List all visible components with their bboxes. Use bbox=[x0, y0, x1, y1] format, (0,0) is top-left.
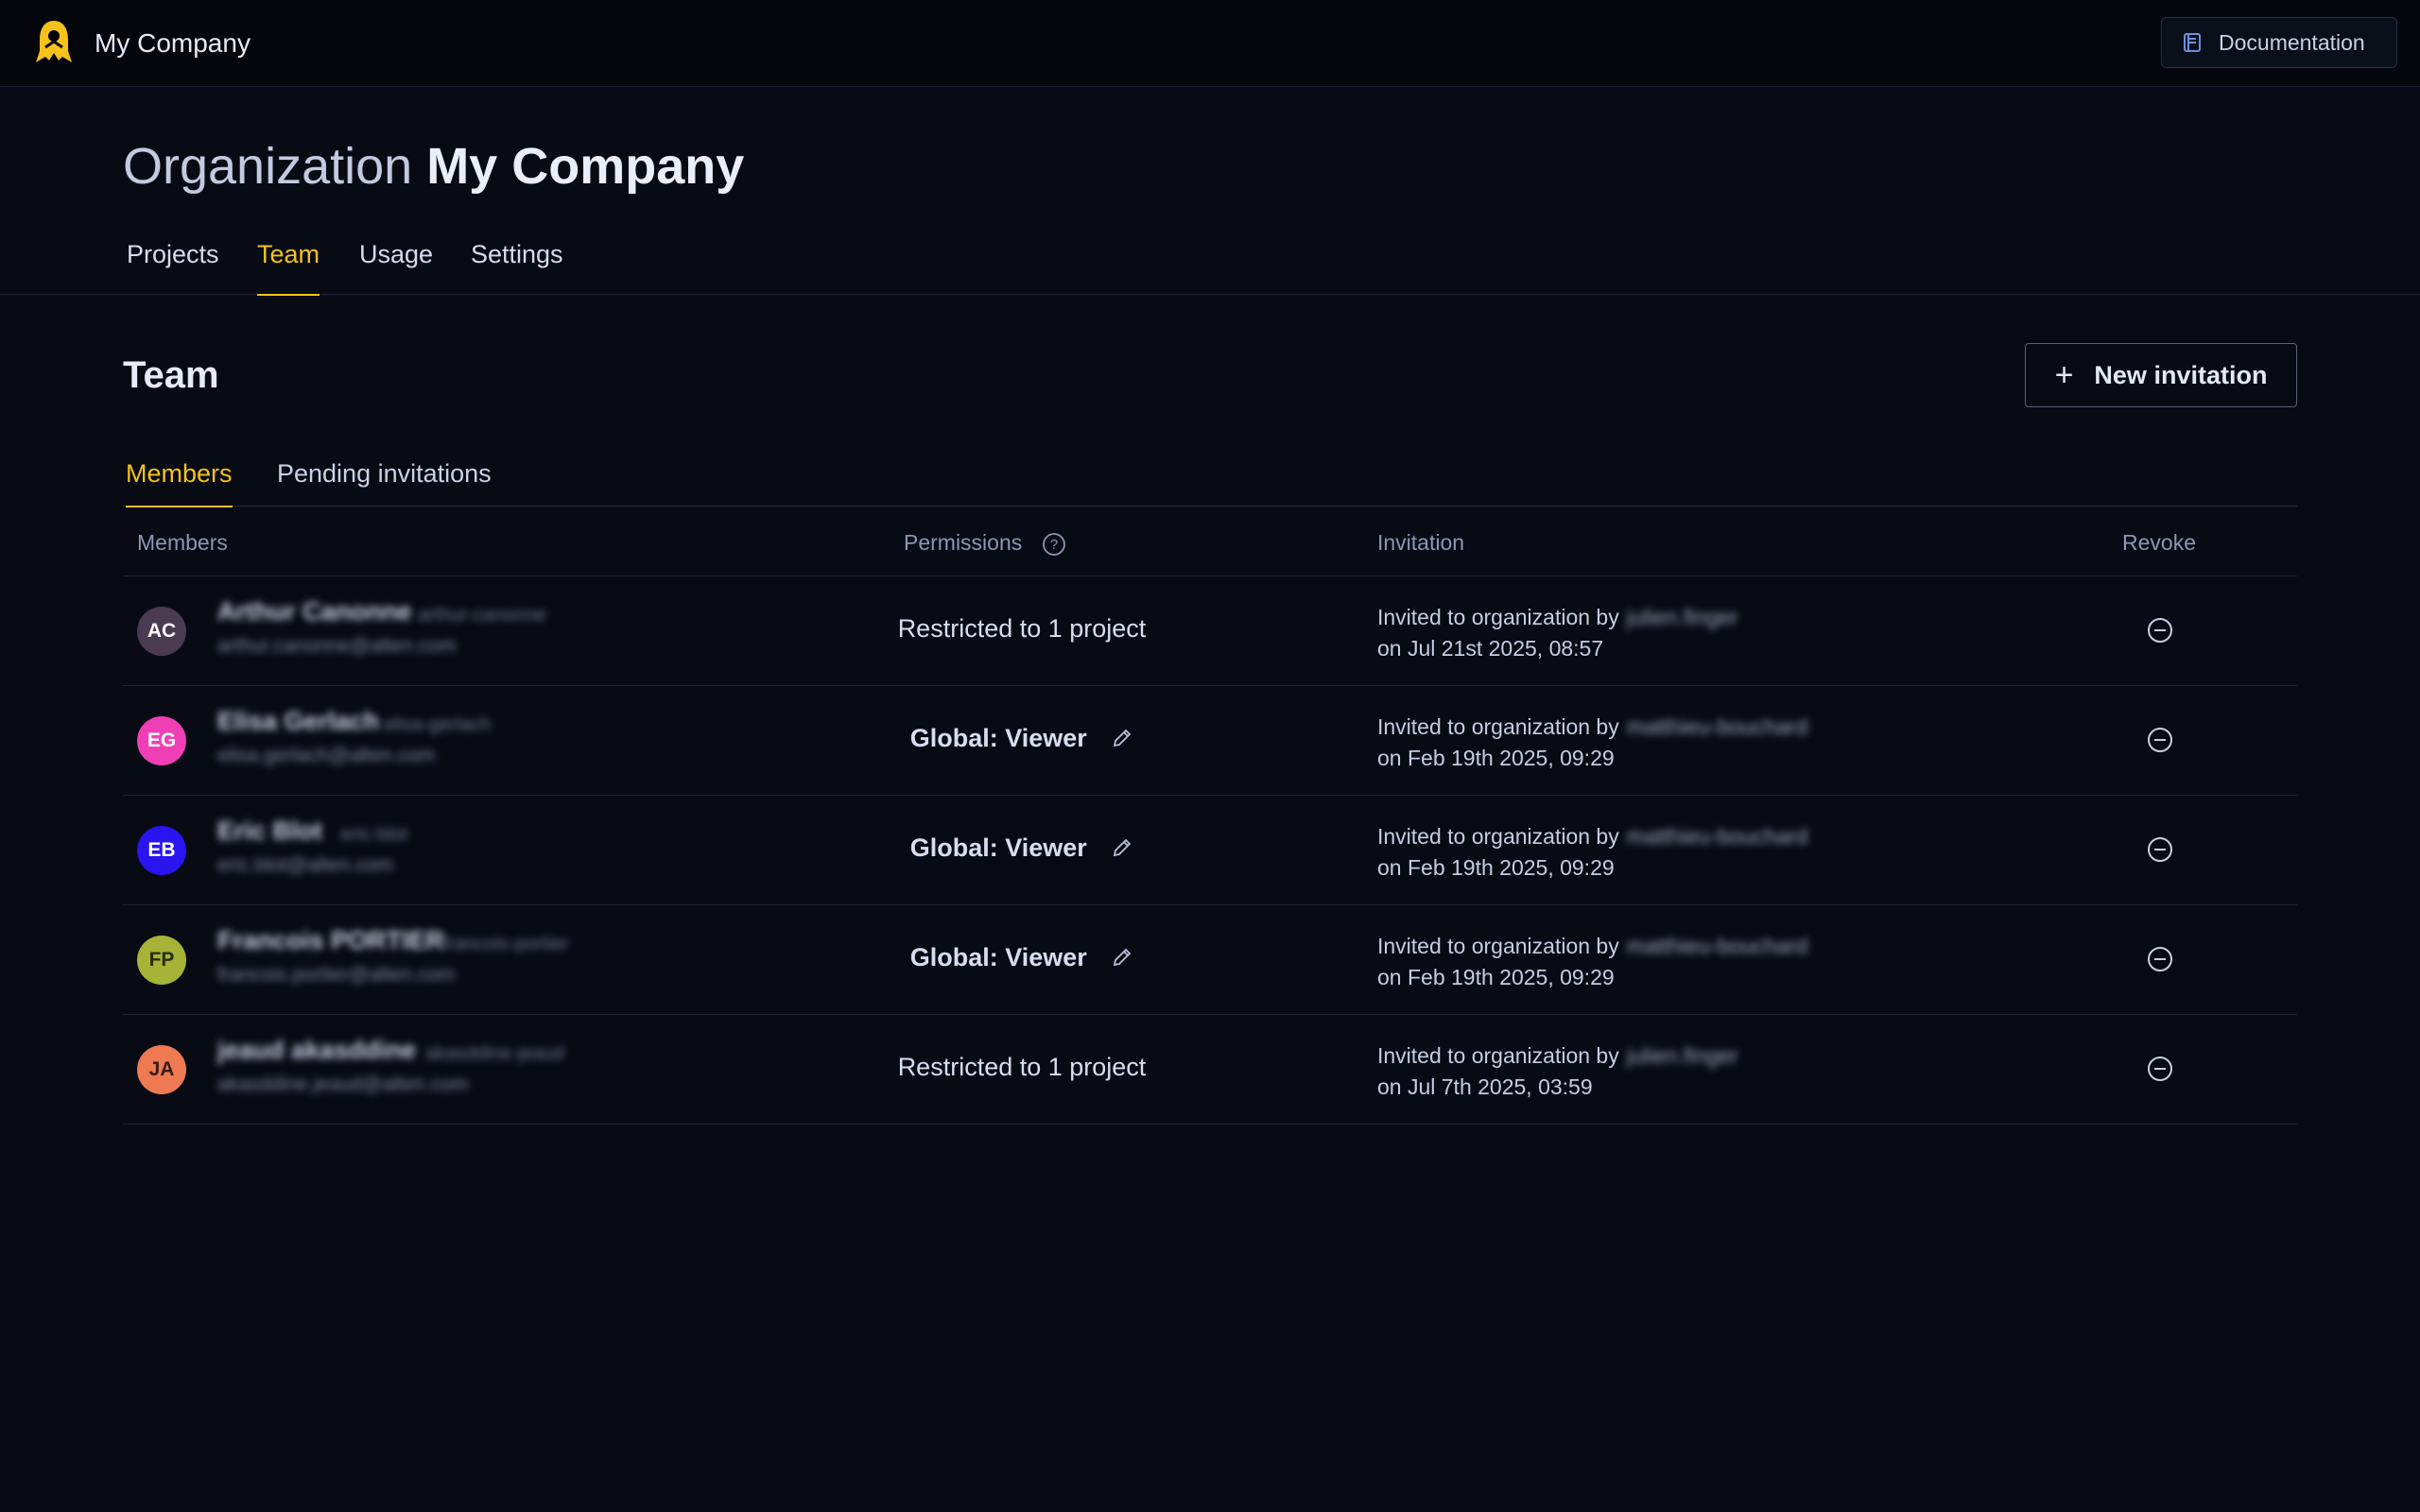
pencil-icon[interactable] bbox=[1111, 727, 1133, 749]
header-invitation: Invitation bbox=[1377, 530, 1465, 555]
table-row: EG Elisa Gerlach elisa-gerlach elisa.ger… bbox=[123, 686, 2297, 796]
invitation-text: Invited to organization by bbox=[1377, 824, 1619, 849]
tab-members[interactable]: Members bbox=[126, 459, 233, 507]
member-email: akasddine.jeaud@alten.com bbox=[217, 1074, 469, 1095]
table-row: FP Francois PORTIER francois-portier fra… bbox=[123, 905, 2297, 1015]
top-bar: My Company Documentation bbox=[0, 0, 2420, 87]
permission-value: Restricted to 1 project bbox=[879, 614, 1165, 644]
member-email: arthur.canonne@alten.com bbox=[217, 635, 457, 657]
tab-projects[interactable]: Projects bbox=[127, 240, 219, 295]
revoke-icon[interactable] bbox=[2146, 1055, 2174, 1083]
invited-by: matthieu-bouchard bbox=[1626, 824, 1808, 849]
page-title: Organization My Company bbox=[123, 134, 744, 198]
invitation-date: on Feb 19th 2025, 09:29 bbox=[1377, 965, 1615, 989]
table-header: Members Permissions ? Invitation Revoke bbox=[123, 507, 2297, 576]
invitation-info: Invited to organization by julien.finger bbox=[1377, 1043, 1737, 1069]
new-invitation-button[interactable]: + New invitation bbox=[2025, 343, 2297, 407]
header-members: Members bbox=[137, 530, 228, 555]
member-handle: arthur-canonne bbox=[418, 605, 546, 626]
invitation-date: on Feb 19th 2025, 09:29 bbox=[1377, 855, 1615, 880]
invitation-date: on Jul 21st 2025, 08:57 bbox=[1377, 636, 1604, 661]
revoke-icon[interactable] bbox=[2146, 616, 2174, 644]
section-title: Team bbox=[123, 354, 219, 396]
member-email: elisa.gerlach@alten.com bbox=[217, 745, 436, 766]
permission-value: Restricted to 1 project bbox=[879, 1053, 1165, 1082]
tab-pending-invitations[interactable]: Pending invitations bbox=[277, 459, 492, 507]
invitation-date: on Feb 19th 2025, 09:29 bbox=[1377, 746, 1615, 770]
member-name: jeaud akasddine bbox=[217, 1036, 417, 1064]
permission-label: Restricted to 1 project bbox=[897, 614, 1147, 643]
table-row: AC Arthur Canonne arthur-canonne arthur.… bbox=[123, 576, 2297, 686]
member-name: Francois PORTIER bbox=[217, 926, 445, 954]
page-title-prefix: Organization bbox=[123, 138, 413, 195]
member-handle: francois-portier bbox=[442, 934, 569, 954]
revoke-icon[interactable] bbox=[2146, 945, 2174, 973]
member-name: Eric Blot bbox=[217, 816, 323, 845]
page-title-org-name: My Company bbox=[426, 138, 745, 195]
member-name: Arthur Canonne bbox=[217, 597, 412, 626]
avatar: AC bbox=[137, 607, 186, 656]
header-revoke: Revoke bbox=[2122, 530, 2196, 555]
book-icon bbox=[2184, 33, 2201, 52]
permission-label: Restricted to 1 project bbox=[897, 1053, 1147, 1081]
permission-label: Global: Viewer bbox=[909, 833, 1087, 862]
tab-settings[interactable]: Settings bbox=[471, 240, 563, 295]
tab-usage[interactable]: Usage bbox=[359, 240, 433, 295]
header-permissions-label: Permissions bbox=[904, 530, 1023, 555]
invitation-info: Invited to organization by julien.finger bbox=[1377, 605, 1737, 630]
help-icon[interactable]: ? bbox=[1042, 532, 1066, 557]
table-row: JA jeaud akasddine akasddine-jeaud akasd… bbox=[123, 1015, 2297, 1125]
invited-by: matthieu-bouchard bbox=[1626, 934, 1808, 958]
invited-by: matthieu-bouchard bbox=[1626, 714, 1808, 739]
members-table: Members Permissions ? Invitation Revoke … bbox=[123, 507, 2297, 1125]
member-handle: eric-blot bbox=[340, 824, 408, 845]
invitation-text: Invited to organization by bbox=[1377, 714, 1619, 739]
svg-text:?: ? bbox=[1049, 537, 1057, 553]
invitation-text: Invited to organization by bbox=[1377, 605, 1619, 629]
main-tabs: Projects Team Usage Settings bbox=[0, 227, 2420, 296]
invitation-info: Invited to organization by matthieu-bouch… bbox=[1377, 824, 1808, 850]
documentation-label: Documentation bbox=[2219, 29, 2365, 55]
avatar: FP bbox=[137, 936, 186, 985]
tab-team[interactable]: Team bbox=[257, 240, 320, 296]
plus-icon: + bbox=[2054, 357, 2074, 393]
member-email: francois.portier@alten.com bbox=[217, 964, 456, 986]
member-handle: akasddine-jeaud bbox=[425, 1043, 564, 1064]
new-invitation-label: New invitation bbox=[2094, 360, 2268, 389]
invitation-date: on Jul 7th 2025, 03:59 bbox=[1377, 1074, 1593, 1099]
member-name: Elisa Gerlach bbox=[217, 707, 380, 735]
permission-value: Global: Viewer bbox=[879, 833, 1165, 863]
documentation-button[interactable]: Documentation bbox=[2161, 17, 2397, 68]
member-email: eric.blot@alten.com bbox=[217, 854, 393, 876]
permission-value: Global: Viewer bbox=[879, 943, 1165, 972]
avatar: EB bbox=[137, 826, 186, 875]
permission-label: Global: Viewer bbox=[909, 724, 1087, 752]
avatar: JA bbox=[137, 1045, 186, 1094]
invited-by: julien.finger bbox=[1626, 605, 1738, 629]
company-logo-icon[interactable] bbox=[34, 19, 74, 66]
permission-label: Global: Viewer bbox=[909, 943, 1087, 971]
header-permissions: Permissions ? bbox=[904, 530, 1066, 557]
member-handle: elisa-gerlach bbox=[384, 714, 492, 735]
pencil-icon[interactable] bbox=[1111, 946, 1133, 969]
pencil-icon[interactable] bbox=[1111, 836, 1133, 859]
table-row: EB Eric Blot eric-blot eric.blot@alten.c… bbox=[123, 796, 2297, 905]
company-name[interactable]: My Company bbox=[95, 26, 251, 60]
invitation-text: Invited to organization by bbox=[1377, 934, 1619, 958]
invitation-info: Invited to organization by matthieu-bouch… bbox=[1377, 714, 1808, 740]
permission-value: Global: Viewer bbox=[879, 724, 1165, 753]
avatar: EG bbox=[137, 716, 186, 765]
invitation-info: Invited to organization by matthieu-bouch… bbox=[1377, 934, 1808, 959]
revoke-icon[interactable] bbox=[2146, 726, 2174, 754]
invitation-text: Invited to organization by bbox=[1377, 1043, 1619, 1068]
invited-by: julien.finger bbox=[1626, 1043, 1738, 1068]
revoke-icon[interactable] bbox=[2146, 835, 2174, 864]
sub-tabs: Members Pending invitations bbox=[123, 454, 2297, 507]
